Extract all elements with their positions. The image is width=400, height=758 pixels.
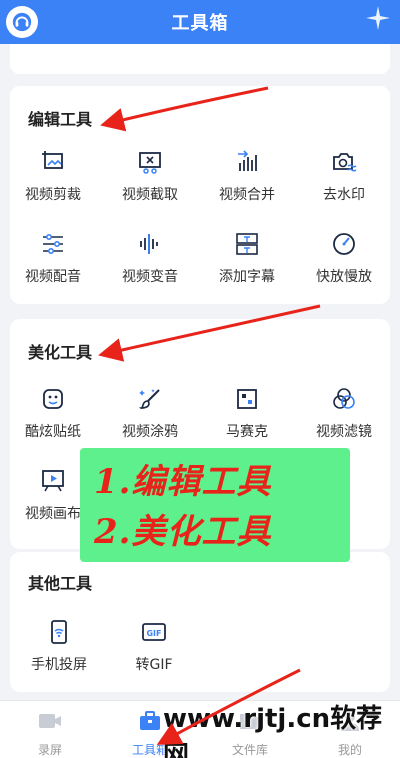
- tool-label: 去水印: [323, 187, 365, 203]
- site-watermark: www.rjtj.cn软荐网: [163, 704, 383, 758]
- overlay-line-2: 2.美化工具: [94, 512, 272, 552]
- edit-tools-card: 编辑工具 视频剪裁 视频截取 视频合并 去水印 视频配音 视频变音 添加字幕 快…: [10, 86, 390, 304]
- video-camera-icon: [37, 709, 63, 737]
- sparkle-icon[interactable]: [364, 4, 392, 32]
- tool-label: 视频画布: [25, 506, 81, 522]
- scissors-clip-icon: [136, 148, 164, 176]
- other-tools-title: 其他工具: [28, 574, 93, 593]
- soundwave-icon: [136, 230, 164, 258]
- page-title: 工具箱: [171, 13, 229, 34]
- phone-cast-icon: [45, 618, 73, 646]
- tool-label: 视频合并: [219, 187, 275, 203]
- tab-record[interactable]: 录屏: [0, 701, 100, 758]
- tool-label: 快放慢放: [316, 269, 372, 285]
- tab-label: 录屏: [37, 743, 62, 757]
- tool-label: 手机投屏: [31, 657, 87, 673]
- tool-video-clip[interactable]: 视频截取: [102, 148, 198, 204]
- tool-label: 酷炫贴纸: [25, 424, 81, 440]
- toolbox-icon: [137, 709, 163, 737]
- beauty-tools-title: 美化工具: [28, 343, 93, 362]
- edit-tools-title: 编辑工具: [28, 110, 93, 129]
- canvas-play-icon: [39, 467, 67, 495]
- camera-wave-icon: [330, 148, 358, 176]
- gif-icon: GIF: [140, 618, 168, 646]
- app-header: 工具箱: [0, 0, 400, 44]
- headset-avatar-icon[interactable]: [6, 6, 38, 38]
- tool-screen-cast[interactable]: 手机投屏: [11, 618, 107, 674]
- overlay-line-1: 1.编辑工具: [94, 462, 272, 502]
- tool-to-gif[interactable]: GIF 转GIF: [106, 618, 202, 674]
- tool-video-dub[interactable]: 视频配音: [5, 230, 101, 286]
- tool-video-merge[interactable]: 视频合并: [199, 148, 295, 204]
- tool-label: 转GIF: [135, 657, 173, 673]
- tool-label: 马赛克: [226, 424, 268, 440]
- sliders-icon: [39, 230, 67, 258]
- top-card: [10, 44, 390, 74]
- svg-text:GIF: GIF: [146, 629, 161, 638]
- tool-label: 视频截取: [122, 187, 178, 203]
- paintbrush-icon: [136, 385, 164, 413]
- tool-speed[interactable]: 快放慢放: [296, 230, 392, 286]
- crop-image-icon: [39, 148, 67, 176]
- tool-label: 视频剪裁: [25, 187, 81, 203]
- tool-label: 视频滤镜: [316, 424, 372, 440]
- tool-label: 视频变音: [122, 269, 178, 285]
- merge-bars-icon: [233, 148, 261, 176]
- tool-video-crop[interactable]: 视频剪裁: [5, 148, 101, 204]
- tool-label: 视频配音: [25, 269, 81, 285]
- tool-doodle[interactable]: 视频涂鸦: [102, 385, 198, 441]
- filter-circles-icon: [330, 385, 358, 413]
- tool-mosaic[interactable]: 马赛克: [199, 385, 295, 441]
- speed-dial-icon: [330, 230, 358, 258]
- mosaic-icon: [233, 385, 261, 413]
- tool-add-subtitle[interactable]: 添加字幕: [199, 230, 295, 286]
- sticker-face-icon: [39, 385, 67, 413]
- annotation-overlay: 1.编辑工具 2.美化工具: [80, 448, 350, 562]
- tool-label: 视频涂鸦: [122, 424, 178, 440]
- other-tools-card: 其他工具 手机投屏 GIF 转GIF: [10, 552, 390, 692]
- subtitle-icon: [233, 230, 261, 258]
- tool-sticker[interactable]: 酷炫贴纸: [5, 385, 101, 441]
- tool-label: 添加字幕: [219, 269, 275, 285]
- tool-voice-change[interactable]: 视频变音: [102, 230, 198, 286]
- tool-filter[interactable]: 视频滤镜: [296, 385, 392, 441]
- tool-remove-watermark[interactable]: 去水印: [296, 148, 392, 204]
